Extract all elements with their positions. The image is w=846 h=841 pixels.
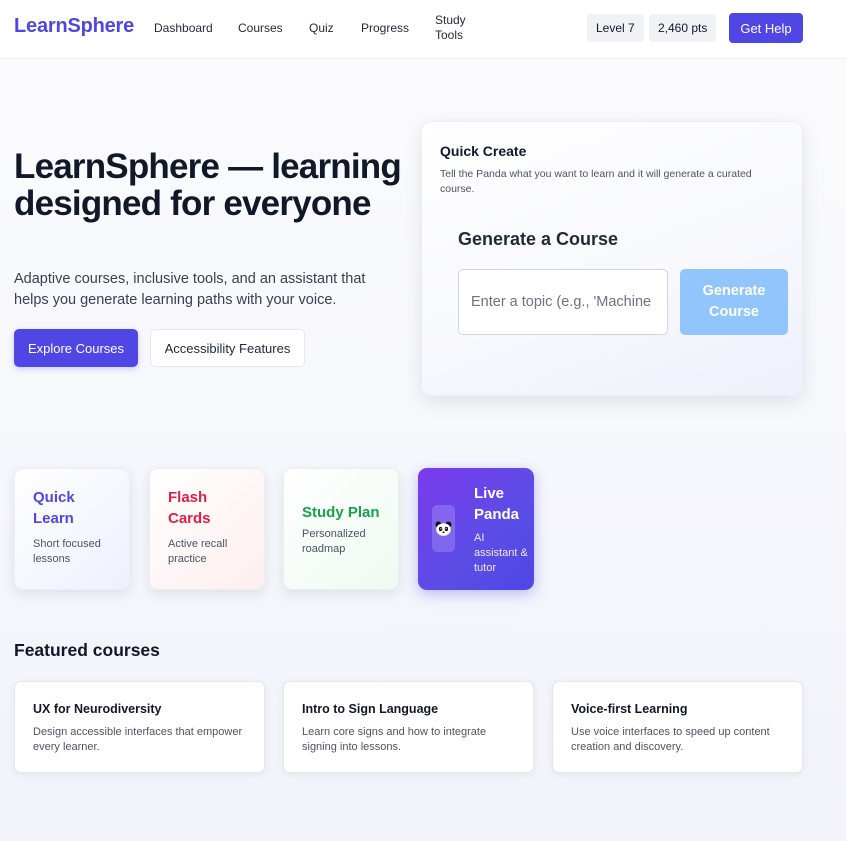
points-badge: 2,460 pts	[649, 14, 717, 42]
brand-logo[interactable]: LearnSphere	[14, 15, 134, 38]
study-plan-tile[interactable]: Study Plan Personalized roadmap	[283, 468, 399, 590]
nav-study-tools-line2: Tools	[435, 28, 464, 42]
quick-create-title: Quick Create	[440, 143, 527, 159]
course-card-ux-neurodiversity[interactable]: UX for Neurodiversity Design accessible …	[14, 681, 265, 773]
tile-title: Quick Learn	[33, 489, 75, 527]
nav-study-tools-line1: Study	[435, 13, 466, 27]
tile-description: Personalized roadmap	[302, 528, 366, 555]
tile-description: Short focused lessons	[33, 538, 101, 565]
generate-course-heading: Generate a Course	[458, 229, 619, 249]
generate-course-button[interactable]: Generate Course	[680, 269, 788, 335]
course-description: Use voice interfaces to speed up content…	[571, 726, 770, 753]
tile-description: AI assistant & tutor	[474, 532, 528, 574]
tile-title: Flash Cards	[168, 489, 211, 527]
hero-subtitle: Adaptive courses, inclusive tools, and a…	[14, 271, 366, 308]
featured-courses-heading: Featured courses	[14, 640, 160, 660]
quick-create-description: Tell the Panda what you want to learn an…	[440, 168, 752, 195]
hero-title: LearnSphere — learning designed for ever…	[14, 147, 402, 223]
flash-cards-tile[interactable]: Flash Cards Active recall practice	[149, 468, 265, 590]
course-title: UX for Neurodiversity	[33, 702, 162, 716]
accessibility-features-button[interactable]: Accessibility Features	[150, 329, 305, 367]
panda-icon	[432, 505, 455, 552]
course-card-voice-first[interactable]: Voice-first Learning Use voice interface…	[552, 681, 803, 773]
explore-courses-button[interactable]: Explore Courses	[14, 329, 138, 367]
level-badge: Level 7	[587, 14, 644, 42]
nav-courses[interactable]: Courses	[238, 21, 283, 35]
course-title: Intro to Sign Language	[302, 702, 439, 716]
tile-title: Live Panda	[474, 485, 520, 523]
quick-create-card: Quick Create Tell the Panda what you wan…	[421, 121, 803, 396]
course-card-sign-language[interactable]: Intro to Sign Language Learn core signs …	[283, 681, 534, 773]
nav-progress[interactable]: Progress	[361, 21, 409, 35]
get-help-button[interactable]: Get Help	[729, 13, 803, 43]
nav-dashboard[interactable]: Dashboard	[154, 21, 213, 35]
course-title: Voice-first Learning	[571, 702, 688, 716]
nav-study-tools[interactable]: Study Tools	[435, 13, 466, 43]
course-description: Design accessible interfaces that empowe…	[33, 726, 243, 753]
nav-quiz[interactable]: Quiz	[309, 21, 334, 35]
topic-input[interactable]	[458, 269, 668, 335]
tile-title: Study Plan	[302, 504, 380, 521]
live-panda-tile[interactable]: Live Panda AI assistant & tutor	[418, 468, 534, 590]
course-description: Learn core signs and how to integrate si…	[302, 726, 487, 753]
quick-learn-tile[interactable]: Quick Learn Short focused lessons	[14, 468, 130, 590]
top-nav-bar: LearnSphere Dashboard Courses Quiz Progr…	[0, 0, 846, 59]
tile-description: Active recall practice	[168, 538, 228, 565]
